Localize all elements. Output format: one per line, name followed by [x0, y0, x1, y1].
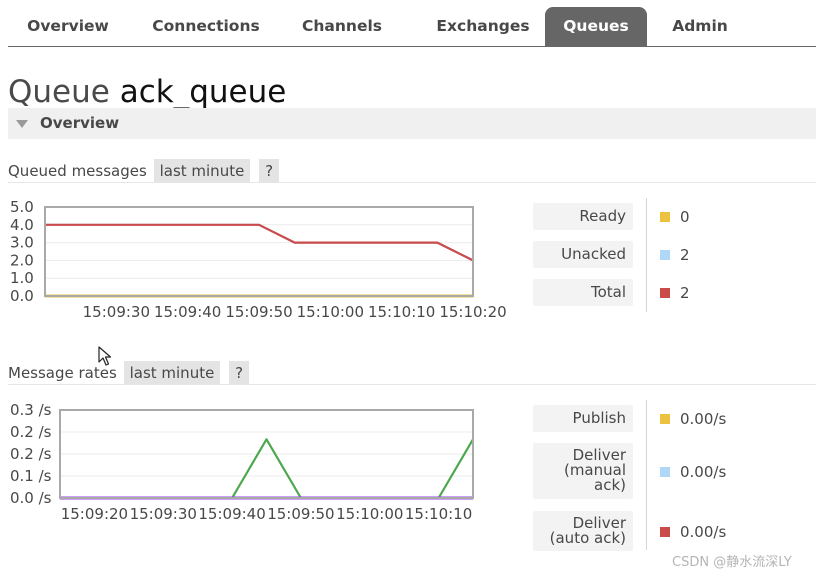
x-tick-label: 15:09:20 [61, 505, 128, 523]
x-tick-label: 15:10:10 [405, 505, 472, 523]
queued-messages-heading: Queued messages last minute ? [8, 159, 280, 183]
x-tick-label: 15:09:50 [225, 303, 292, 321]
x-tick-label: 15:10:10 [368, 303, 435, 321]
queued-messages-title: Queued messages [8, 162, 147, 180]
y-tick-label: 3.0 [10, 234, 34, 252]
x-tick-label: 15:09:30 [83, 303, 150, 321]
rates-range-selector[interactable]: last minute [123, 361, 221, 385]
legend-separator [646, 400, 647, 550]
mouse-cursor-icon [98, 346, 112, 366]
legend-label-total: Total [533, 279, 633, 306]
x-tick-label: 15:10:00 [336, 505, 403, 523]
tab-overview[interactable]: Overview [8, 7, 128, 46]
legend-label-deliver-manual-ack: Deliver (manual ack) [533, 443, 633, 499]
title-prefix: Queue [8, 74, 110, 110]
legend-value-deliver-manual-ack: 0.00/s [660, 462, 726, 482]
legend-value-publish: 0.00/s [660, 409, 726, 429]
legend-value-ready: 0 [660, 207, 690, 227]
legend-value-total: 2 [660, 283, 690, 303]
deliver-auto-swatch [660, 527, 670, 537]
x-tick-label: 15:09:30 [130, 505, 197, 523]
publish-swatch [660, 414, 670, 424]
message-rates-heading: Message rates last minute ? [8, 361, 250, 385]
y-tick-label: 0.1 /s [10, 467, 52, 485]
y-tick-label: 0.3 /s [10, 401, 52, 419]
nav-tabs: Overview Connections Channels Exchanges … [8, 7, 816, 47]
deliver-manual-swatch [660, 467, 670, 477]
legend-value-deliver-auto-ack: 0.00/s [660, 522, 726, 542]
tab-admin[interactable]: Admin [660, 7, 740, 46]
y-tick-label: 0.0 [10, 287, 34, 305]
x-tick-label: 15:09:40 [198, 505, 265, 523]
tab-channels[interactable]: Channels [290, 7, 394, 46]
tab-exchanges[interactable]: Exchanges [418, 7, 548, 46]
tab-connections[interactable]: Connections [138, 7, 274, 46]
queued-range-selector[interactable]: last minute [153, 159, 251, 183]
y-tick-label: 1.0 [10, 269, 34, 287]
total-swatch [660, 288, 670, 298]
y-tick-label: 4.0 [10, 216, 34, 234]
y-tick-label: 0.2 /s [10, 445, 52, 463]
y-tick-label: 5.0 [10, 198, 34, 216]
divider [8, 182, 816, 183]
y-tick-label: 2.0 [10, 251, 34, 269]
message-rates-chart: 0.0 /s0.1 /s0.2 /s0.2 /s0.3 /s15:09:20 15… [10, 401, 474, 523]
x-tick-label: 15:10:20 [439, 303, 506, 321]
legend-label-unacked: Unacked [533, 241, 633, 268]
legend-separator [646, 198, 647, 312]
legend-label-publish: Publish [533, 405, 633, 432]
watermark: CSDN @静水流深LY [672, 555, 792, 570]
y-tick-label: 0.2 /s [10, 423, 52, 441]
x-tick-label: 15:10:00 [297, 303, 364, 321]
divider [8, 384, 816, 385]
y-tick-label: 0.0 /s [10, 489, 52, 507]
queue-name: ack_queue [119, 74, 287, 110]
legend-label-ready: Ready [533, 203, 633, 230]
series-line-series-3 [60, 438, 474, 500]
tab-queues[interactable]: Queues [545, 7, 647, 46]
plot-frame [44, 206, 474, 297]
legend-label-deliver-auto-ack: Deliver (auto ack) [533, 511, 633, 551]
unacked-swatch [660, 250, 670, 260]
page-title: Queue ack_queue [8, 72, 286, 112]
rates-help-button[interactable]: ? [229, 361, 250, 385]
x-tick-label: 15:09:50 [267, 505, 334, 523]
x-tick-label: 15:09:40 [154, 303, 221, 321]
section-label: Overview [40, 114, 120, 132]
queued-messages-chart: 0.01.02.03.04.05.0 15:09:30 15:09:40 15:09:… [10, 198, 507, 321]
queued-help-button[interactable]: ? [259, 159, 280, 183]
collapse-triangle-icon [16, 120, 28, 128]
overview-section-toggle[interactable]: Overview [8, 108, 816, 139]
legend-value-unacked: 2 [660, 245, 690, 265]
ready-swatch [660, 212, 670, 222]
